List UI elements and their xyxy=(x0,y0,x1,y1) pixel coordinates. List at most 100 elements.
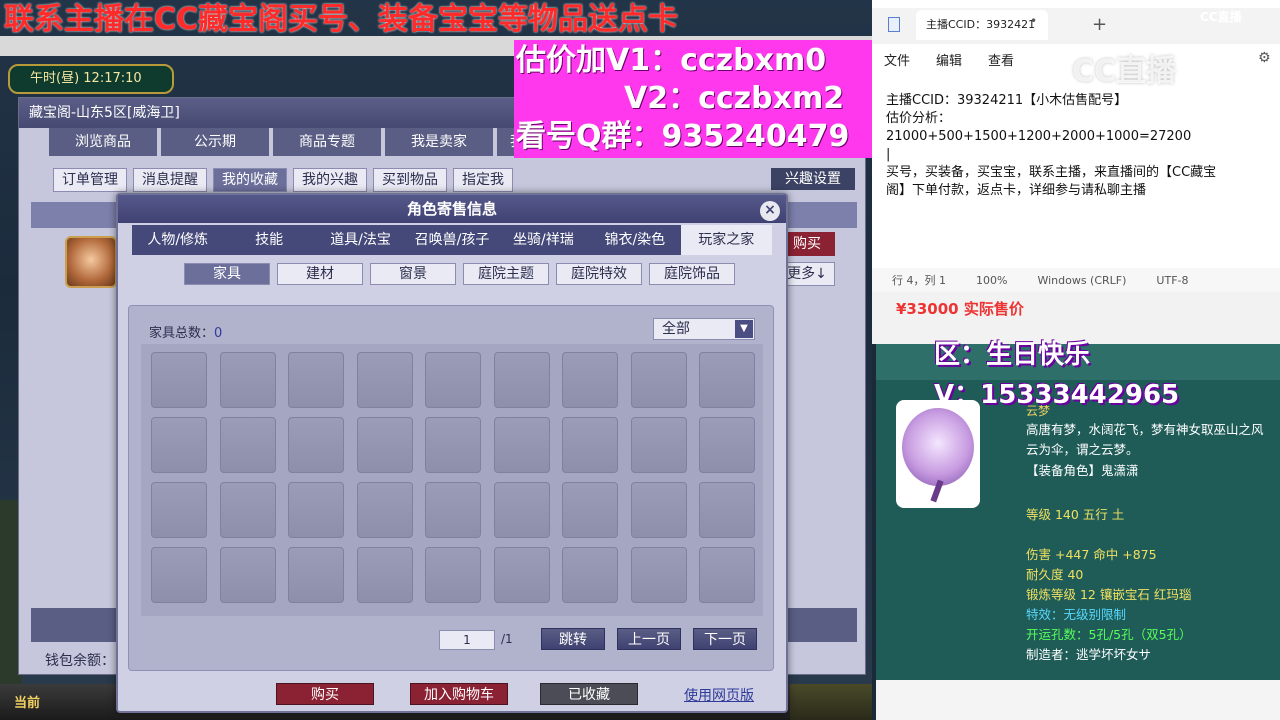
furniture-slot[interactable] xyxy=(425,482,481,538)
close-icon[interactable]: × xyxy=(760,201,780,221)
tab-character[interactable]: 人物/修炼 xyxy=(132,225,223,255)
furniture-slot[interactable] xyxy=(356,417,413,473)
furniture-slot[interactable] xyxy=(151,547,207,603)
item-level: 等级 140 五行 土 xyxy=(1026,507,1125,522)
furniture-slot[interactable] xyxy=(288,547,344,603)
furniture-slot[interactable] xyxy=(699,417,755,473)
character-avatar[interactable] xyxy=(65,236,117,288)
tab-player-home[interactable]: 玩家之家 xyxy=(680,225,772,255)
furniture-slot[interactable] xyxy=(699,482,755,538)
role-sale-dialog: 角色寄售信息 × 人物/修炼 技能 道具/法宝 召唤兽/孩子 坐骑/祥瑞 锦衣/… xyxy=(116,193,788,713)
furniture-slot[interactable] xyxy=(151,482,207,538)
tab-public[interactable]: 公示期 xyxy=(161,128,269,156)
furniture-count-value: 0 xyxy=(214,326,223,341)
blurred-footer xyxy=(876,680,1280,720)
status-zoom: 100% xyxy=(976,273,1008,287)
furniture-slot[interactable] xyxy=(630,482,687,538)
furniture-slot[interactable] xyxy=(493,482,550,538)
subtab-yard-decor[interactable]: 庭院饰品 xyxy=(649,263,735,285)
furniture-slot[interactable] xyxy=(219,352,276,408)
tab-browse[interactable]: 浏览商品 xyxy=(49,128,157,156)
subtab-orders[interactable]: 订单管理 xyxy=(53,168,127,192)
subtab-furniture[interactable]: 家具 xyxy=(184,263,270,285)
notepad-menu: 文件 编辑 查看 xyxy=(884,50,1040,69)
stream-caption-line1: 联系主播在CC藏宝阁买号、装备宝宝等物品送点卡 xyxy=(4,2,679,37)
furniture-slot[interactable] xyxy=(425,417,481,473)
furniture-slot[interactable] xyxy=(425,547,481,603)
furniture-slot[interactable] xyxy=(630,417,687,473)
game-function-icons[interactable] xyxy=(790,684,872,720)
item-name: 云梦 xyxy=(1026,404,1051,418)
tab-topics[interactable]: 商品专题 xyxy=(273,128,381,156)
furniture-slot[interactable] xyxy=(219,417,276,473)
furniture-slot[interactable] xyxy=(493,547,550,603)
tab-close-icon[interactable]: • xyxy=(1030,14,1037,28)
new-tab-icon[interactable]: + xyxy=(1092,14,1107,35)
buy-button[interactable]: 购买 xyxy=(276,683,374,705)
tab-pets[interactable]: 召唤兽/孩子 xyxy=(406,225,497,255)
furniture-slot[interactable] xyxy=(219,547,276,603)
notepad-text-area[interactable]: 主播CCID：39324211【小木估售配号】 估价分析： 21000+500+… xyxy=(886,92,1276,200)
add-to-cart-button[interactable]: 加入购物车 xyxy=(410,683,508,705)
subtab-designated[interactable]: 指定我 xyxy=(453,168,513,192)
furniture-slot[interactable] xyxy=(425,352,481,408)
furniture-slot[interactable] xyxy=(562,352,618,408)
tab-mounts[interactable]: 坐骑/祥瑞 xyxy=(498,225,589,255)
furniture-slot[interactable] xyxy=(630,547,687,603)
game-window: 午时(昼) 12:17:10 当前 藏宝阁-山东5区[威海卫] 浏览商品 公示期… xyxy=(0,0,872,720)
furniture-slot[interactable] xyxy=(356,547,413,603)
furniture-slot[interactable] xyxy=(562,547,618,603)
notepad-statusbar: 行 4，列 1 100% Windows (CRLF) UTF-8 xyxy=(872,268,1280,292)
furniture-slot[interactable] xyxy=(699,547,755,603)
furniture-slot[interactable] xyxy=(699,352,755,408)
furniture-slot[interactable] xyxy=(562,482,618,538)
furniture-slot[interactable] xyxy=(356,352,413,408)
cc-live-logo: CC直播 xyxy=(1200,10,1242,24)
furniture-slot[interactable] xyxy=(219,482,276,538)
stream-caption-line3: V2：cczbxm2 xyxy=(624,81,845,116)
furniture-slot[interactable] xyxy=(288,417,344,473)
tab-items[interactable]: 道具/法宝 xyxy=(315,225,406,255)
notepad-line: 阁】下单付款，返点卡，详细参与请私聊主播 xyxy=(886,183,1147,198)
favorited-button[interactable]: 已收藏 xyxy=(540,683,638,705)
subtab-bought[interactable]: 买到物品 xyxy=(373,168,447,192)
notepad-tab[interactable]: 主播CCID：3932421 xyxy=(916,10,1048,40)
furniture-slot[interactable] xyxy=(288,352,344,408)
subtab-yard-theme[interactable]: 庭院主题 xyxy=(463,263,549,285)
furniture-slot[interactable] xyxy=(562,417,618,473)
furniture-slot[interactable] xyxy=(630,352,687,408)
furniture-slot[interactable] xyxy=(493,417,550,473)
chevron-down-icon[interactable]: ▼ xyxy=(735,320,753,338)
subtab-interests[interactable]: 我的兴趣 xyxy=(293,168,367,192)
menu-view[interactable]: 查看 xyxy=(988,50,1014,69)
subtab-building-material[interactable]: 建材 xyxy=(277,263,363,285)
category-filter-select[interactable]: 全部 ▼ xyxy=(653,318,755,340)
furniture-slot[interactable] xyxy=(151,352,207,408)
page-input[interactable]: 1 xyxy=(439,630,495,650)
stream-caption-box: 估价加V1：cczbxm0 V2：cczbxm2 看号Q群：935240479 xyxy=(514,40,872,158)
jump-button[interactable]: 跳转 xyxy=(541,628,605,650)
furniture-slot[interactable] xyxy=(356,482,413,538)
interest-settings-button[interactable]: 兴趣设置 xyxy=(771,168,855,190)
notepad-line: 估价分析： xyxy=(886,111,952,126)
web-version-link[interactable]: 使用网页版 xyxy=(684,685,754,705)
furniture-slot[interactable] xyxy=(288,482,344,538)
furniture-grid xyxy=(141,344,763,616)
current-channel-label[interactable]: 当前 xyxy=(14,692,40,711)
subtab-window-view[interactable]: 窗景 xyxy=(370,263,456,285)
next-page-button[interactable]: 下一页 xyxy=(693,628,757,650)
page-total: /1 xyxy=(501,632,513,646)
tab-outfits[interactable]: 锦衣/染色 xyxy=(589,225,680,255)
item-durability: 耐久度 40 xyxy=(1026,567,1084,582)
furniture-slot[interactable] xyxy=(493,352,550,408)
item-image xyxy=(896,400,980,508)
furniture-slot[interactable] xyxy=(151,417,207,473)
subtab-messages[interactable]: 消息提醒 xyxy=(133,168,207,192)
subtab-yard-effect[interactable]: 庭院特效 xyxy=(556,263,642,285)
tab-seller[interactable]: 我是卖家 xyxy=(385,128,493,156)
tab-skills[interactable]: 技能 xyxy=(223,225,314,255)
prev-page-button[interactable]: 上一页 xyxy=(617,628,681,650)
menu-file[interactable]: 文件 xyxy=(884,50,910,69)
subtab-favorites[interactable]: 我的收藏 xyxy=(213,168,287,192)
menu-edit[interactable]: 编辑 xyxy=(936,50,962,69)
